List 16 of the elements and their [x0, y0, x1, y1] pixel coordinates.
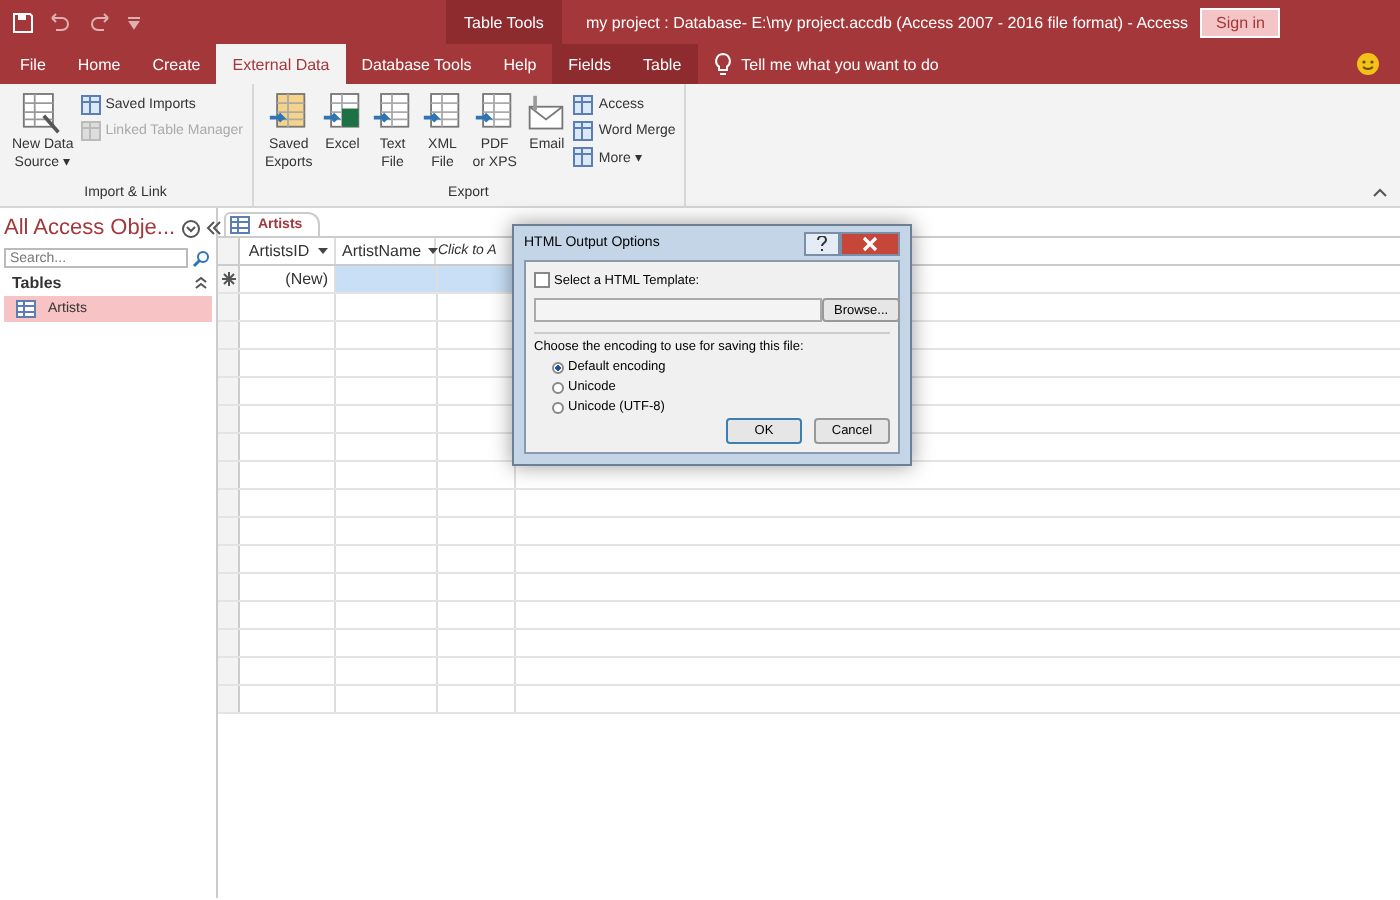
ribbon-tab[interactable]: External Data: [216, 44, 346, 84]
window-title: my project : Database- E:\my project.accdb (Access 2007 - 2016 file format) - Access: [586, 13, 1189, 31]
ribbon-tab[interactable]: Home: [61, 44, 137, 84]
ribbon-tab[interactable]: File: [4, 44, 62, 84]
ribbon-tab[interactable]: Help: [487, 44, 553, 84]
column-header[interactable]: ArtistName: [336, 238, 436, 264]
sign-in-button[interactable]: Sign in: [1200, 7, 1281, 37]
ribbon-tab[interactable]: Fields: [552, 44, 628, 84]
column-header[interactable]: ArtistsID: [240, 238, 336, 264]
ribbon-tab[interactable]: Create: [136, 44, 217, 84]
ribbon-tab[interactable]: Table: [627, 44, 698, 84]
ribbon-tab[interactable]: Database Tools: [345, 44, 488, 84]
tell-me-field[interactable]: Tell me what you want to do: [741, 55, 939, 73]
pane-title: All Access Obje...: [4, 216, 176, 240]
section-header[interactable]: Tables: [12, 274, 62, 292]
context-title: Table Tools: [446, 0, 562, 44]
